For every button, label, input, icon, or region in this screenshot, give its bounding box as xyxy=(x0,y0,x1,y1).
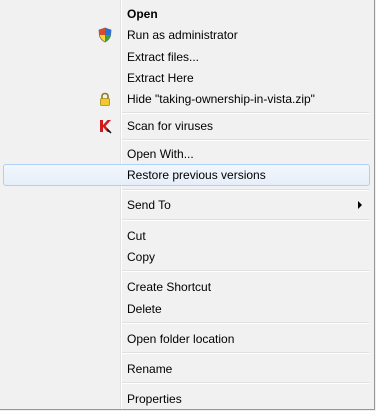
menu-item-restore-previous-versions[interactable]: Restore previous versions xyxy=(3,164,370,186)
menu-separator xyxy=(122,112,369,114)
menu-item-label: Copy xyxy=(127,250,156,264)
menu-item-open-with[interactable]: Open With... xyxy=(3,143,370,165)
menu-item-label: Open With... xyxy=(127,147,194,161)
context-menu: Open Run as administrator Extract files.… xyxy=(0,0,375,410)
menu-item-hide[interactable]: Hide "taking-ownership-in-vista.zip" xyxy=(3,88,370,110)
menu-item-label: Cut xyxy=(127,229,146,243)
menu-item-label: Hide "taking-ownership-in-vista.zip" xyxy=(127,92,315,106)
menu-separator xyxy=(122,352,369,354)
menu-item-label: Rename xyxy=(127,362,173,376)
menu-separator xyxy=(122,270,369,272)
menu-item-label: Properties xyxy=(127,392,182,406)
padlock-icon xyxy=(97,91,113,107)
menu-item-label: Open folder location xyxy=(127,332,235,346)
menu-item-rename[interactable]: Rename xyxy=(3,358,370,380)
menu-item-label: Scan for viruses xyxy=(127,119,214,133)
menu-separator xyxy=(122,139,369,141)
menu-item-send-to[interactable]: Send To xyxy=(3,194,370,216)
menu-item-label: Run as administrator xyxy=(127,28,238,42)
menu-item-label: Create Shortcut xyxy=(127,280,212,294)
menu-item-create-shortcut[interactable]: Create Shortcut xyxy=(3,276,370,298)
menu-item-extract-here[interactable]: Extract Here xyxy=(3,67,370,89)
submenu-arrow-icon xyxy=(358,201,362,209)
menu-item-label: Open xyxy=(127,7,158,21)
menu-item-label: Extract files... xyxy=(127,50,200,64)
menu-item-label: Extract Here xyxy=(127,71,194,85)
menu-separator xyxy=(122,322,369,324)
menu-item-properties[interactable]: Properties xyxy=(3,388,370,410)
menu-item-open-folder-location[interactable]: Open folder location xyxy=(3,328,370,350)
menu-item-delete[interactable]: Delete xyxy=(3,298,370,320)
kaspersky-k-icon xyxy=(97,118,113,134)
menu-item-label: Send To xyxy=(127,198,171,212)
menu-item-extract-files[interactable]: Extract files... xyxy=(3,46,370,68)
menu-item-open[interactable]: Open xyxy=(3,3,370,25)
uac-shield-icon xyxy=(97,27,113,43)
menu-item-scan-for-viruses[interactable]: Scan for viruses xyxy=(3,115,370,137)
menu-separator xyxy=(122,219,369,221)
menu-separator xyxy=(122,382,369,384)
menu-item-cut[interactable]: Cut xyxy=(3,225,370,247)
menu-item-run-as-administrator[interactable]: Run as administrator xyxy=(3,24,370,46)
menu-item-label: Delete xyxy=(127,302,162,316)
menu-item-label: Restore previous versions xyxy=(127,168,266,182)
menu-item-copy[interactable]: Copy xyxy=(3,246,370,268)
menu-separator xyxy=(122,189,369,191)
